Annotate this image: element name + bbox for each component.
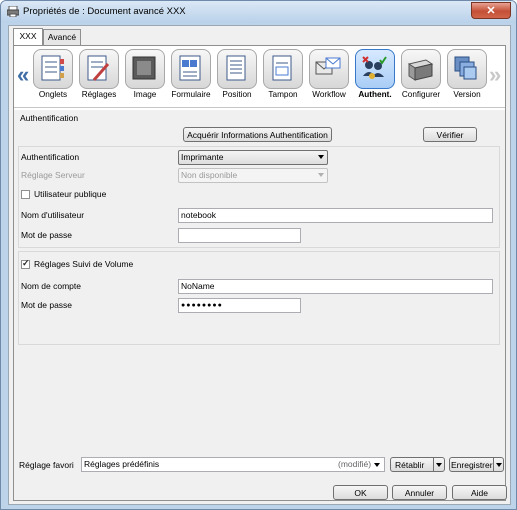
- authentication-group: Authentification Imprimante Réglage Serv…: [18, 146, 500, 248]
- account-name-field[interactable]: NoName: [178, 279, 493, 294]
- toolbar-configurer-button[interactable]: Configurer: [399, 49, 443, 105]
- password-label: Mot de passe: [21, 230, 73, 240]
- acquire-authentication-button[interactable]: Acquérir Informations Authentification: [183, 127, 332, 142]
- verify-button[interactable]: Vérifier: [423, 127, 477, 142]
- tab-xxx[interactable]: XXX: [13, 28, 43, 46]
- chevron-down-icon: [374, 463, 380, 467]
- tab-avance[interactable]: Avancé: [43, 29, 81, 45]
- scroll-left-icon[interactable]: «: [17, 62, 29, 88]
- scroll-right-icon: »: [489, 62, 502, 87]
- save-button[interactable]: Enregistrer: [449, 457, 504, 472]
- authentication-label: Authentification: [21, 152, 80, 162]
- authentication-panel: Authentification Acquérir Informations A…: [14, 110, 505, 500]
- position-icon: [226, 55, 246, 81]
- stamp-icon: [272, 55, 292, 81]
- workflow-icon: [315, 57, 341, 75]
- tabs-icon: [41, 55, 64, 81]
- chevron-down-icon: [318, 173, 324, 177]
- restore-menu-arrow[interactable]: [433, 458, 444, 471]
- chevron-down-icon: [436, 463, 442, 467]
- chevron-down-icon: [496, 463, 502, 467]
- password-field[interactable]: [178, 228, 301, 243]
- close-button[interactable]: ✕: [471, 2, 511, 19]
- toolbar-tampon-button[interactable]: Tampon: [261, 49, 305, 105]
- public-user-checkbox[interactable]: [21, 190, 30, 199]
- server-setting-label: Réglage Serveur: [21, 170, 85, 180]
- feature-icon-bar: « » Onglets Réglages Image Formulaire Po…: [14, 46, 505, 106]
- ok-button[interactable]: OK: [333, 485, 388, 500]
- volume-tracking-group: ✓ Réglages Suivi de Volume Nom de compte…: [18, 251, 500, 345]
- favorite-setting-label: Réglage favori: [19, 460, 74, 470]
- server-setting-select: Non disponible: [178, 168, 328, 183]
- volume-password-label: Mot de passe: [21, 300, 73, 310]
- cancel-button[interactable]: Annuler: [392, 485, 447, 500]
- account-name-label: Nom de compte: [21, 281, 81, 291]
- checkmark-icon: ✓: [22, 258, 30, 268]
- dialog-footer: Réglage favori Réglages prédéfinis (modi…: [9, 450, 510, 504]
- restore-button[interactable]: Rétablir: [390, 457, 445, 472]
- toolbar-version-button[interactable]: Version: [445, 49, 489, 105]
- title-bar[interactable]: Propriétés de : Document avancé XXX ✕: [1, 1, 516, 23]
- toolbar-divider: [14, 107, 505, 108]
- toolbar-position-button[interactable]: Position: [215, 49, 259, 105]
- close-icon: ✕: [486, 5, 496, 17]
- toolbar-authent-button[interactable]: Authent.: [353, 49, 397, 105]
- tab-page: « » Onglets Réglages Image Formulaire Po…: [13, 45, 506, 501]
- public-user-label: Utilisateur publique: [34, 189, 107, 199]
- authentication-icon: [362, 56, 387, 79]
- modified-indicator: (modifié): [338, 459, 372, 469]
- toolbar-workflow-button[interactable]: Workflow: [307, 49, 351, 105]
- authentication-select[interactable]: Imprimante: [178, 150, 328, 165]
- image-icon: [132, 56, 156, 80]
- username-label: Nom d'utilisateur: [21, 210, 85, 220]
- save-menu-arrow[interactable]: [493, 458, 504, 471]
- settings-icon: [87, 55, 110, 81]
- version-icon: [454, 56, 477, 80]
- username-field[interactable]: notebook: [178, 208, 493, 223]
- help-button[interactable]: Aide: [452, 485, 507, 500]
- printer-app-icon: [7, 6, 19, 17]
- toolbar-reglages-button[interactable]: Réglages: [77, 49, 121, 105]
- window-title: Propriétés de : Document avancé XXX: [23, 6, 186, 17]
- form-icon: [179, 55, 201, 81]
- volume-tracking-checkbox[interactable]: ✓: [21, 258, 30, 269]
- chevron-down-icon: [318, 155, 324, 159]
- volume-password-field[interactable]: ●●●●●●●●: [178, 298, 301, 313]
- toolbar-image-button[interactable]: Image: [123, 49, 167, 105]
- toolbar-formulaire-button[interactable]: Formulaire: [169, 49, 213, 105]
- printer-icon: [407, 59, 434, 81]
- favorite-setting-select[interactable]: Réglages prédéfinis (modifié): [81, 457, 385, 472]
- dialog-client-area: XXX Avancé « » Onglets Réglages Image Fo…: [8, 25, 511, 505]
- toolbar-onglets-button[interactable]: Onglets: [31, 49, 75, 105]
- section-title: Authentification: [20, 113, 79, 123]
- volume-tracking-label: Réglages Suivi de Volume: [34, 259, 134, 269]
- properties-window: Propriétés de : Document avancé XXX ✕ XX…: [0, 0, 517, 510]
